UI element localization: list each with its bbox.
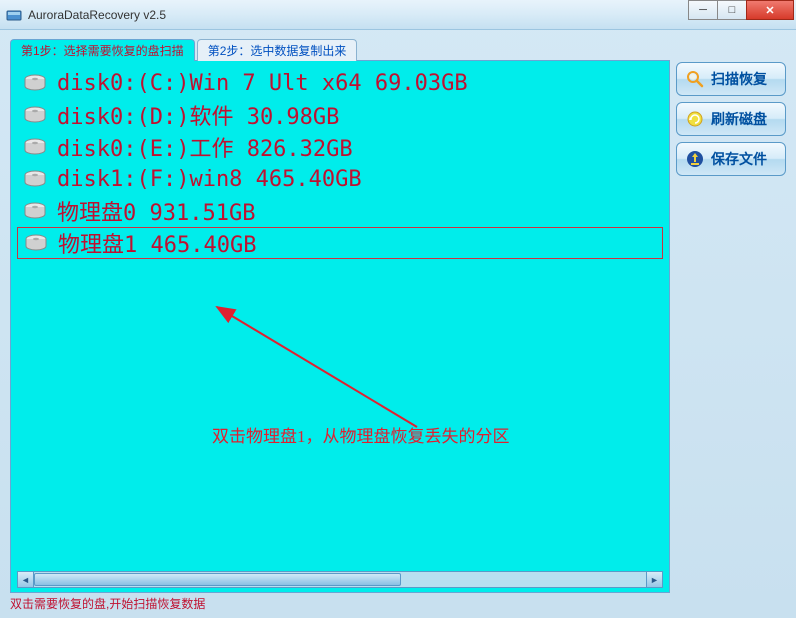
- disk-icon: [23, 170, 47, 188]
- tab-step2[interactable]: 第2步：选中数据复制出来: [197, 39, 358, 61]
- disk-icon: [23, 106, 47, 124]
- disk-icon: [24, 234, 48, 252]
- save-file-button[interactable]: 保存文件: [676, 142, 786, 176]
- scroll-thumb[interactable]: [34, 573, 401, 586]
- disk-icon: [23, 74, 47, 92]
- annotation-arrow-icon: [207, 297, 437, 437]
- tab-step2-label: 第2步：选中数据复制出来: [208, 42, 347, 59]
- close-button[interactable]: ✕: [746, 0, 794, 20]
- tab-step1-label: 第1步：选择需要恢复的盘扫描: [21, 42, 184, 59]
- list-item[interactable]: disk0:(C:)Win 7 Ult x64 69.03GB: [17, 67, 663, 99]
- tab-step1[interactable]: 第1步：选择需要恢复的盘扫描: [10, 39, 195, 61]
- scroll-left-button[interactable]: ◄: [17, 571, 34, 588]
- horizontal-scrollbar[interactable]: ◄ ►: [17, 571, 663, 588]
- maximize-button[interactable]: □: [717, 0, 747, 20]
- disk-icon: [23, 138, 47, 156]
- action-panel: 扫描恢复 刷新磁盘 保存文件: [676, 38, 786, 593]
- disk-label: disk1:(F:)win8 465.40GB: [57, 167, 362, 192]
- app-icon: [6, 7, 22, 23]
- scroll-right-button[interactable]: ►: [646, 571, 663, 588]
- disk-label: disk0:(D:)软件 30.98GB: [57, 99, 339, 131]
- disk-list: disk0:(C:)Win 7 Ult x64 69.03GB disk0:(D…: [17, 67, 663, 567]
- status-bar: 双击需要恢复的盘,开始扫描恢复数据: [10, 593, 786, 611]
- list-item[interactable]: 物理盘1 465.40GB: [17, 227, 663, 259]
- list-item[interactable]: disk0:(D:)软件 30.98GB: [17, 99, 663, 131]
- disk-label: disk0:(E:)工作 826.32GB: [57, 131, 353, 163]
- list-item[interactable]: 物理盘0 931.51GB: [17, 195, 663, 227]
- scan-recover-button[interactable]: 扫描恢复: [676, 62, 786, 96]
- annotation-text: 双击物理盘1，从物理盘恢复丢失的分区: [212, 422, 510, 447]
- window-title: AuroraDataRecovery v2.5: [28, 8, 796, 22]
- disk-label: disk0:(C:)Win 7 Ult x64 69.03GB: [57, 71, 468, 96]
- main-panel: 第1步：选择需要恢复的盘扫描 第2步：选中数据复制出来 disk0:(C:)Wi…: [10, 38, 670, 593]
- refresh-icon: [685, 109, 705, 129]
- disk-label: 物理盘1 465.40GB: [58, 227, 256, 259]
- tab-content: disk0:(C:)Win 7 Ult x64 69.03GB disk0:(D…: [10, 60, 670, 593]
- status-text: 双击需要恢复的盘,开始扫描恢复数据: [10, 597, 205, 611]
- list-item[interactable]: disk0:(E:)工作 826.32GB: [17, 131, 663, 163]
- refresh-disk-button[interactable]: 刷新磁盘: [676, 102, 786, 136]
- save-button-label: 保存文件: [711, 149, 767, 169]
- scroll-track[interactable]: [34, 571, 646, 588]
- refresh-button-label: 刷新磁盘: [711, 109, 767, 129]
- titlebar: AuroraDataRecovery v2.5 ─ □ ✕: [0, 0, 796, 30]
- save-icon: [685, 149, 705, 169]
- disk-label: 物理盘0 931.51GB: [57, 195, 255, 227]
- window-controls: ─ □ ✕: [689, 0, 794, 20]
- magnifier-icon: [685, 69, 705, 89]
- minimize-button[interactable]: ─: [688, 0, 718, 20]
- tabs: 第1步：选择需要恢复的盘扫描 第2步：选中数据复制出来: [10, 38, 670, 60]
- scan-button-label: 扫描恢复: [711, 69, 767, 89]
- list-item[interactable]: disk1:(F:)win8 465.40GB: [17, 163, 663, 195]
- disk-icon: [23, 202, 47, 220]
